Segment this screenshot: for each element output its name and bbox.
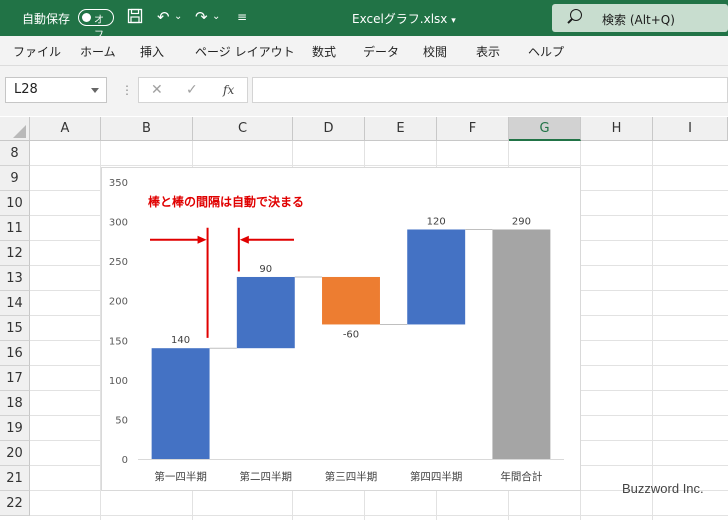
tab-formulas[interactable]: 数式 [312,43,336,60]
tab-file[interactable]: ファイル [13,43,61,60]
tab-page-layout[interactable]: ページ レイアウト [195,43,295,60]
redo-icon[interactable]: ↷ [195,8,208,26]
row-header-15[interactable]: 15 [0,316,30,341]
tab-help[interactable]: ヘルプ [528,43,564,60]
row-header-17[interactable]: 17 [0,366,30,391]
row-header-22[interactable]: 22 [0,491,30,516]
gridline [30,165,728,166]
row-header-13[interactable]: 13 [0,266,30,291]
chevron-down-icon[interactable] [91,88,99,93]
row-header-11[interactable]: 11 [0,216,30,241]
category-label: 第一四半期 [154,470,207,483]
y-tick-label: 0 [122,455,128,466]
row-header-14[interactable]: 14 [0,291,30,316]
annotation-arrow-left-head [197,235,207,244]
column-header-d[interactable]: D [293,117,365,141]
bar-1 [151,348,210,459]
y-tick-label: 100 [109,376,128,387]
row-header-16[interactable]: 16 [0,341,30,366]
watermark: Buzzword Inc. [622,481,704,496]
column-header-g[interactable]: G [509,117,581,141]
data-label: 140 [171,335,190,346]
chart-canvas: 0 50 100 150 200 250 300 350 140 第一四半期 90 第二四半期 -60 第… [109,178,564,483]
redo-dropdown-icon[interactable]: ⌄ [212,8,220,26]
row-header-12[interactable]: 12 [0,241,30,266]
search-icon [570,9,582,21]
confirm-icon[interactable]: ✓ [186,82,198,98]
undo-icon[interactable]: ↶ [157,8,170,26]
y-tick-label: 150 [109,336,128,347]
gridline [30,515,728,516]
name-box-value: L28 [14,82,38,97]
data-label: -60 [343,329,359,340]
row-header-9[interactable]: 9 [0,166,30,191]
formula-input[interactable] [252,77,728,103]
document-title-text: Excelグラフ.xlsx [352,12,448,26]
y-tick-label: 200 [109,297,128,308]
waterfall-chart[interactable]: 0 50 100 150 200 250 300 350 140 第一四半期 90 第二四半期 -60 第… [101,167,581,491]
column-header-e[interactable]: E [365,117,437,141]
row-header-20[interactable]: 20 [0,441,30,466]
more-options-icon[interactable]: ⋮ [121,83,133,97]
category-label: 第二四半期 [240,470,292,483]
customize-toolbar-icon[interactable]: ≡ [237,8,247,26]
row-header-8[interactable]: 8 [0,141,30,166]
column-header-c[interactable]: C [193,117,293,141]
category-label: 第四四半期 [410,470,463,483]
tab-home[interactable]: ホーム [80,43,116,60]
data-label: 290 [512,216,531,227]
column-header-a[interactable]: A [30,117,101,141]
toggle-knob [82,12,91,22]
data-label: 90 [259,264,272,275]
ribbon-tabs: ファイル ホーム 挿入 ページ レイアウト 数式 データ 校閲 表示 ヘルプ [0,36,728,66]
tab-insert[interactable]: 挿入 [140,43,164,60]
search-box[interactable]: 検索 (Alt+Q) [552,4,728,32]
autosave-toggle[interactable]: オフ [78,9,114,41]
column-header-f[interactable]: F [437,117,509,141]
bar-5 [492,229,551,459]
gridline [652,141,653,520]
bar-3 [322,276,380,325]
row-header-18[interactable]: 18 [0,391,30,416]
y-tick-label: 250 [109,257,128,268]
tab-data[interactable]: データ [363,43,399,60]
category-label: 第三四半期 [325,470,378,483]
title-bar: 自動保存 オフ ↶ ⌄ ↷ ⌄ ≡ Excelグラフ.xlsx ▾ 検索 (Al… [0,0,728,41]
column-header-h[interactable]: H [581,117,653,141]
category-label: 年間合計 [500,470,542,483]
tab-review[interactable]: 校閲 [423,43,447,60]
save-icon[interactable] [127,8,143,28]
chevron-down-icon: ▾ [451,16,456,26]
bar-4 [407,229,466,325]
formula-bar-area: L28 ⋮ ✕ ✓ fx [0,66,728,116]
column-header-b[interactable]: B [101,117,193,141]
name-box[interactable]: L28 [5,77,107,103]
undo-dropdown-icon[interactable]: ⌄ [174,8,182,26]
search-text: 検索 (Alt+Q) [602,13,675,27]
row-header-19[interactable]: 19 [0,416,30,441]
autosave-label: 自動保存 [22,12,71,26]
cancel-icon[interactable]: ✕ [151,82,163,98]
formula-buttons: ✕ ✓ fx [138,77,248,103]
bar-2 [236,276,295,349]
insert-function-icon[interactable]: fx [223,83,234,97]
annotation-arrow-right-head [239,235,249,244]
column-headers: A B C D E F G H I [0,117,728,141]
select-all-corner[interactable] [0,117,30,141]
tab-view[interactable]: 表示 [476,43,500,60]
row-header-10[interactable]: 10 [0,191,30,216]
y-tick-label: 300 [109,218,128,229]
column-header-i[interactable]: I [653,117,728,141]
y-tick-label: 50 [115,415,128,426]
document-title[interactable]: Excelグラフ.xlsx ▾ [352,10,456,27]
data-label: 120 [427,216,446,227]
y-tick-label: 350 [109,178,128,189]
row-header-21[interactable]: 21 [0,466,30,491]
annotation-text: 棒と棒の間隔は自動で決まる [148,194,304,209]
